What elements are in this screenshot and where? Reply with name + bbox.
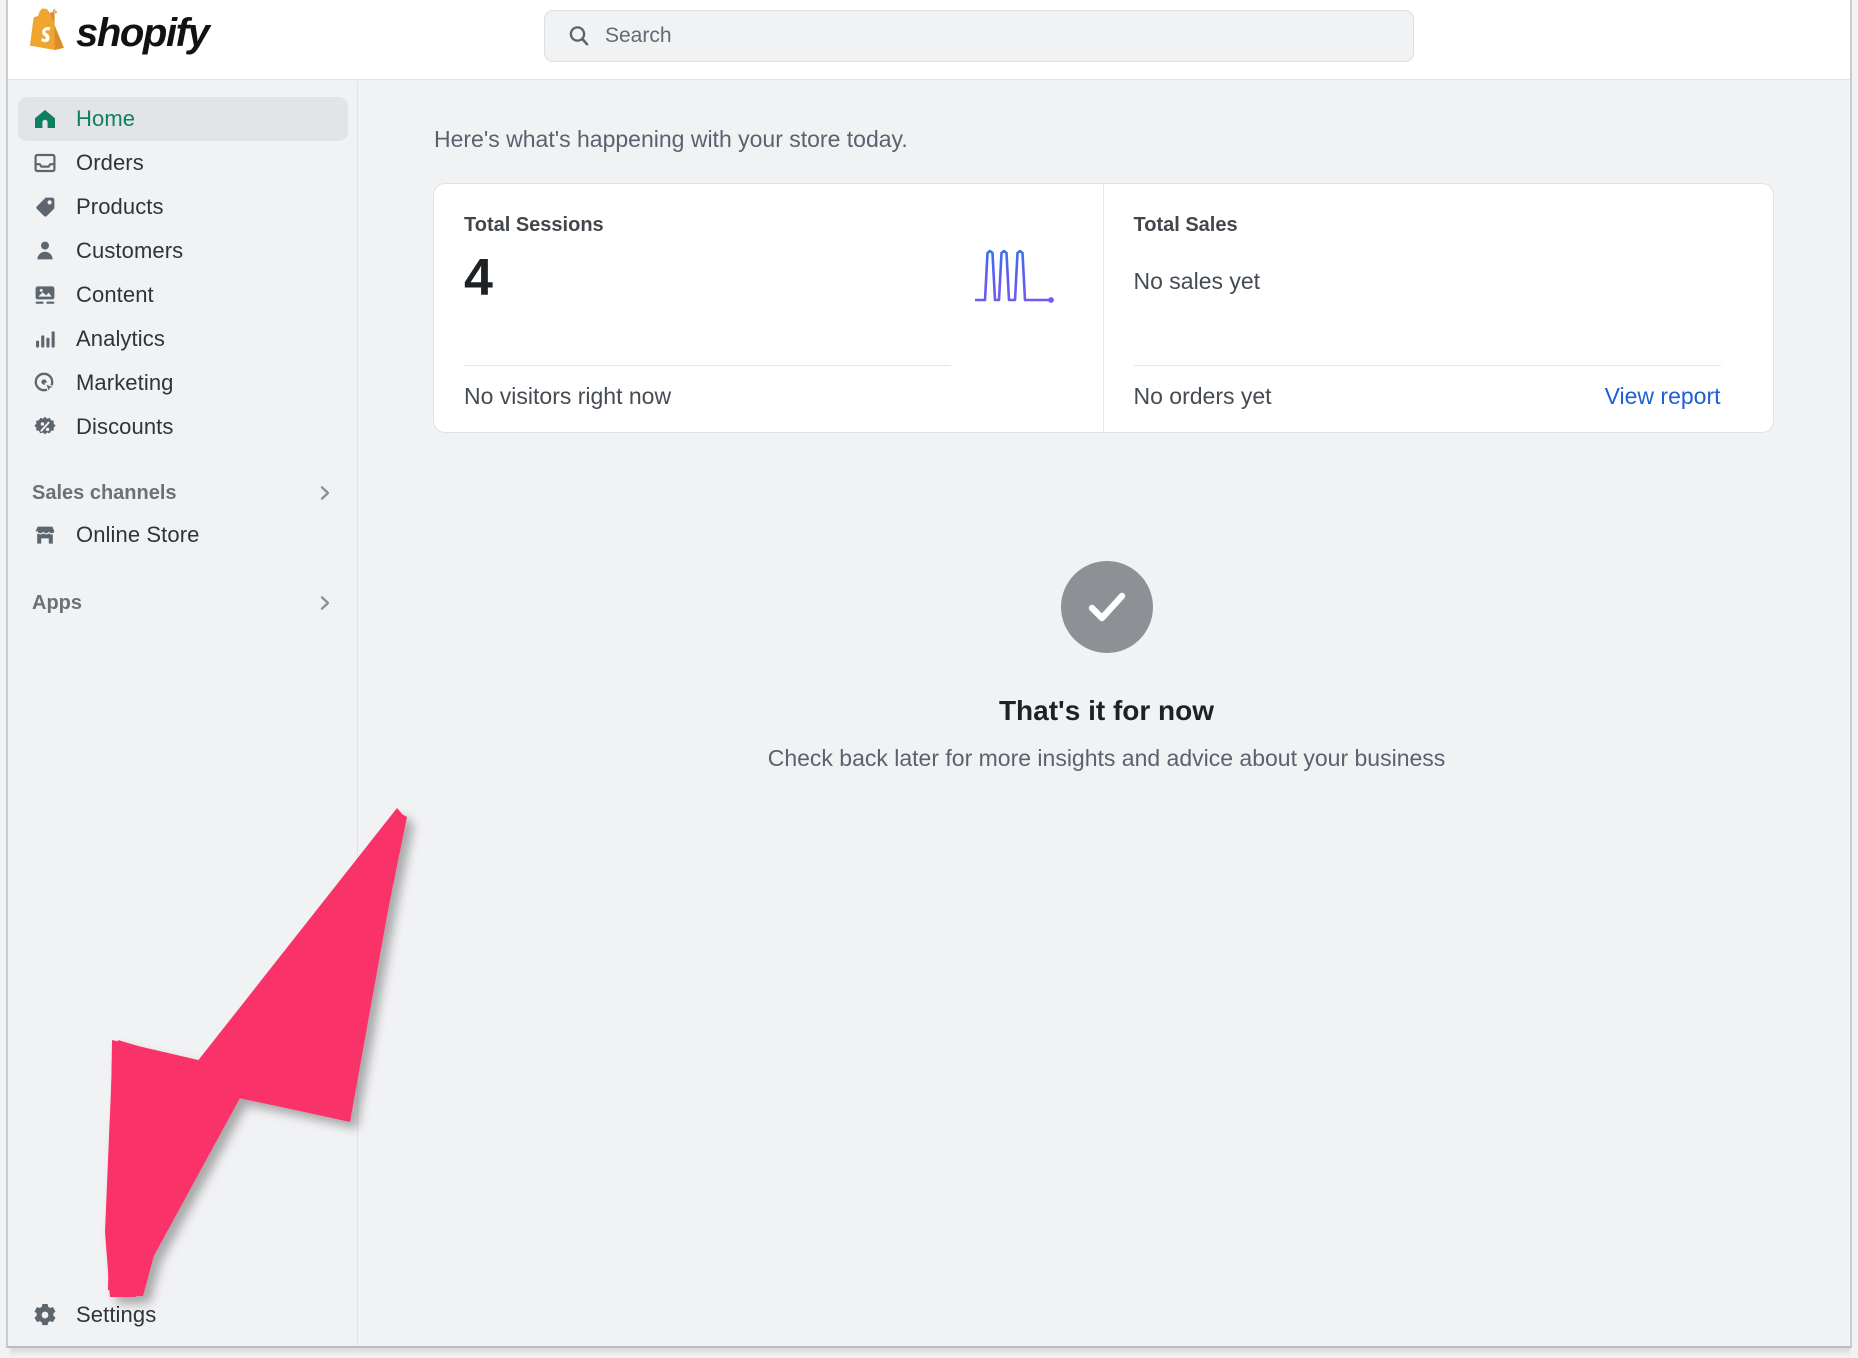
- image-icon: [32, 282, 58, 308]
- sidebar-item-content[interactable]: Content: [18, 273, 348, 317]
- main-content: Here's what's happening with your store …: [359, 81, 1850, 1346]
- sidebar-section-label: Apps: [32, 591, 82, 614]
- sidebar-section-label: Sales channels: [32, 481, 177, 504]
- sidebar-item-label: Home: [76, 106, 136, 131]
- sidebar-section-sales-channels[interactable]: Sales channels: [18, 473, 348, 513]
- sidebar-item-analytics[interactable]: Analytics: [18, 317, 348, 361]
- sidebar-item-label: Products: [76, 194, 164, 219]
- sidebar-section-apps[interactable]: Apps: [18, 583, 348, 623]
- search-input[interactable]: Search: [544, 10, 1414, 62]
- sidebar-item-label: Discounts: [76, 414, 174, 439]
- top-bar: shopify Search: [8, 0, 1850, 80]
- search-icon: [569, 26, 589, 46]
- orders-icon: [32, 150, 58, 176]
- bar-chart-icon: [32, 326, 58, 352]
- view-report-link[interactable]: View report: [1605, 383, 1721, 410]
- empty-state: That's it for now Check back later for m…: [359, 561, 1850, 772]
- person-icon: [32, 238, 58, 264]
- check-circle-icon: [1060, 561, 1153, 653]
- sessions-value: 4: [464, 249, 493, 307]
- sessions-footer: No visitors right now: [464, 383, 951, 410]
- sidebar-item-label: Marketing: [76, 370, 174, 395]
- total-sales-card: Total Sales No sales yet No orders yet V…: [1104, 184, 1774, 432]
- card-title: Total Sessions: [464, 214, 604, 236]
- card-divider: [1133, 365, 1721, 366]
- tag-icon: [32, 194, 58, 220]
- greeting-text: Here's what's happening with your store …: [434, 126, 908, 152]
- shopify-bag-icon: [30, 8, 64, 51]
- sidebar-item-label: Content: [76, 282, 154, 307]
- storefront-icon: [32, 522, 58, 548]
- empty-state-subtitle: Check back later for more insights and a…: [767, 745, 1446, 771]
- sales-footer: No orders yet View report: [1134, 383, 1721, 410]
- sidebar-item-label: Online Store: [76, 522, 200, 547]
- home-icon: [32, 106, 58, 132]
- gear-icon: [32, 1302, 58, 1328]
- sidebar-item-settings[interactable]: Settings: [8, 1290, 358, 1340]
- sidebar-item-discounts[interactable]: Discounts: [18, 405, 348, 449]
- empty-state-title: That's it for now: [998, 695, 1215, 726]
- sidebar-item-label: Analytics: [76, 326, 165, 351]
- overview-cards: Total Sessions 4 No visitors right now T…: [433, 183, 1774, 433]
- total-sessions-card: Total Sessions 4 No visitors right now: [434, 184, 1104, 432]
- sidebar: Home Orders Products Customers Content A…: [8, 81, 358, 1346]
- sidebar-item-home[interactable]: Home: [18, 97, 348, 141]
- sidebar-item-online-store[interactable]: Online Store: [18, 513, 348, 557]
- browser-window: shopify Search Home Orders Products Cust…: [6, 0, 1852, 1348]
- shopify-admin-screenshot: shopify Search Home Orders Products Cust…: [0, 0, 1858, 1358]
- sidebar-item-label: Settings: [76, 1302, 157, 1327]
- discount-icon: [32, 414, 58, 440]
- sidebar-item-label: Customers: [76, 238, 184, 263]
- shopify-logo[interactable]: shopify: [24, 8, 210, 56]
- card-divider: [464, 365, 951, 366]
- sessions-sparkline-chart: [974, 249, 1054, 303]
- card-title: Total Sales: [1133, 214, 1238, 236]
- sidebar-nav: Home Orders Products Customers Content A…: [8, 97, 358, 623]
- brand-wordmark: shopify: [76, 11, 210, 55]
- chevron-right-icon: [320, 486, 330, 500]
- sidebar-item-label: Orders: [76, 150, 144, 175]
- sessions-footer-text: No visitors right now: [464, 383, 672, 409]
- sidebar-item-products[interactable]: Products: [18, 185, 348, 229]
- sidebar-item-customers[interactable]: Customers: [18, 229, 348, 273]
- sales-footer-text: No orders yet: [1133, 383, 1272, 409]
- sales-value: No sales yet: [1133, 268, 1261, 294]
- sidebar-item-marketing[interactable]: Marketing: [18, 361, 348, 405]
- target-icon: [32, 370, 58, 396]
- search-placeholder: Search: [605, 24, 672, 47]
- sidebar-item-orders[interactable]: Orders: [18, 141, 348, 185]
- chevron-right-icon: [320, 596, 330, 610]
